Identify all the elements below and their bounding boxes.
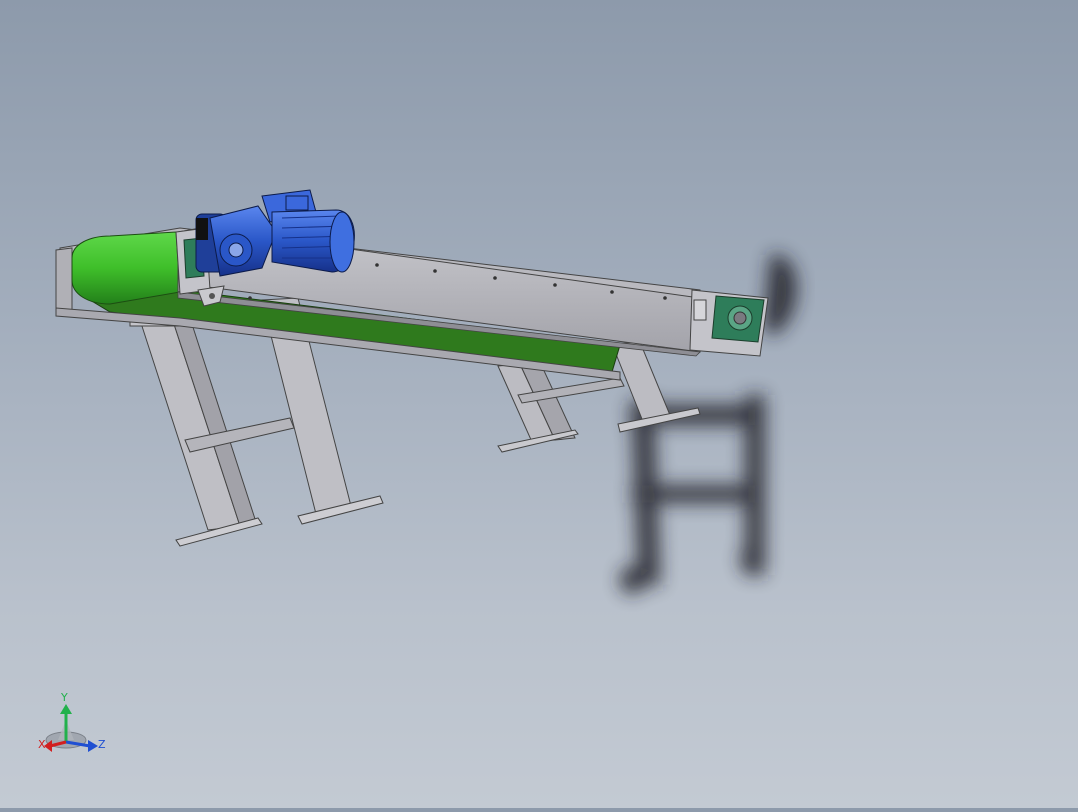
- tail-bearing-housing[interactable]: [689, 289, 769, 357]
- triad-x-label: X: [38, 738, 46, 751]
- frame-end-plate-left: [55, 247, 73, 315]
- graphics-viewport[interactable]: Y Z X: [0, 0, 1078, 808]
- triad-y-label: Y: [60, 691, 68, 704]
- coordinate-triad: Y Z X: [38, 691, 106, 752]
- triad-z-label: Z: [98, 738, 106, 751]
- drive-roller[interactable]: [71, 231, 181, 305]
- model-canvas[interactable]: Y Z X: [0, 0, 1078, 808]
